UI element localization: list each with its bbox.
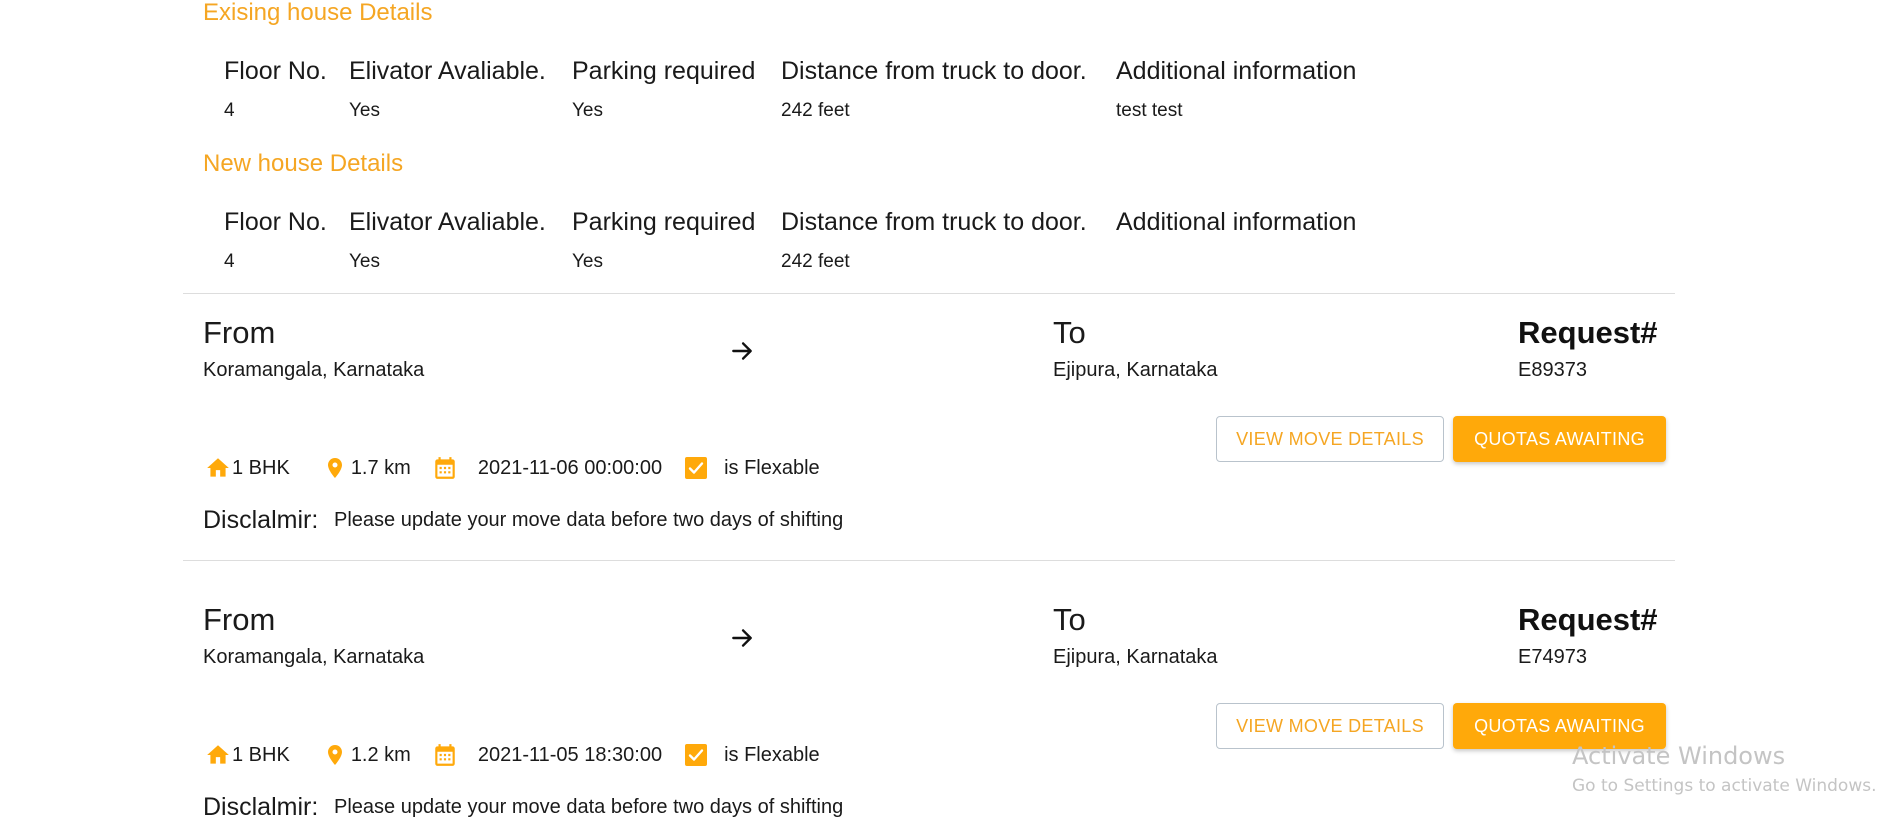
- distance-header: Distance from truck to door.: [781, 57, 1087, 85]
- to-label: To: [1053, 602, 1086, 637]
- floor-column: Floor No. 4: [224, 208, 349, 273]
- disclaimer-text: Please update your move data before two …: [334, 509, 844, 531]
- additional-info-header: Additional information: [1116, 208, 1357, 236]
- move-datetime: 2021-11-06 00:00:00: [477, 456, 663, 479]
- floor-header: Floor No.: [224, 208, 327, 236]
- distance-column: Distance from truck to door. 242 feet: [781, 57, 1116, 122]
- home-icon: [204, 741, 232, 769]
- request-id: E89373: [1518, 359, 1587, 381]
- disclaimer-label: Disclalmir:: [203, 793, 319, 821]
- quotas-awaiting-button[interactable]: QUOTAS AWAITING: [1453, 416, 1666, 462]
- parking-header: Parking required: [572, 208, 756, 236]
- elevator-column: Elivator Avaliable. Yes: [349, 57, 572, 122]
- distance-header: Distance from truck to door.: [781, 208, 1087, 236]
- move-meta: 1 BHK 1.7 km 2021-11-06 00:00:00 is Flex…: [204, 452, 820, 484]
- move-requests-page: Exising house Details Floor No. 4 Elivat…: [0, 0, 1896, 832]
- view-move-details-button[interactable]: VIEW MOVE DETAILS: [1216, 416, 1444, 462]
- divider: [183, 560, 1675, 561]
- to-label: To: [1053, 315, 1086, 350]
- location-pin-icon: [321, 741, 349, 769]
- distance-column: Distance from truck to door. 242 feet: [781, 208, 1116, 273]
- floor-value: 4: [224, 251, 235, 272]
- location-pin-icon: [321, 454, 349, 482]
- checkbox-checked-icon[interactable]: [682, 454, 710, 482]
- elevator-value: Yes: [349, 100, 380, 121]
- parking-column: Parking required Yes: [572, 57, 781, 122]
- additional-info-value: test test: [1116, 100, 1183, 121]
- floor-header: Floor No.: [224, 57, 327, 85]
- view-move-details-button[interactable]: VIEW MOVE DETAILS: [1216, 703, 1444, 749]
- parking-column: Parking required Yes: [572, 208, 781, 273]
- request-label: Request#: [1518, 602, 1658, 637]
- from-label: From: [203, 315, 276, 350]
- flexible-label: is Flexable: [724, 743, 820, 766]
- existing-house-title: Exising house Details: [203, 0, 433, 26]
- arrow-right-icon: [732, 342, 752, 360]
- flexible-label: is Flexable: [724, 456, 820, 479]
- elevator-header: Elivator Avaliable.: [349, 208, 546, 236]
- elevator-value: Yes: [349, 251, 380, 272]
- to-address: Ejipura, Karnataka: [1053, 646, 1218, 668]
- from-address: Koramangala, Karnataka: [203, 646, 425, 668]
- parking-value: Yes: [572, 100, 603, 121]
- additional-info-value: [1116, 251, 1356, 273]
- move-meta: 1 BHK 1.2 km 2021-11-05 18:30:00 is Flex…: [204, 739, 820, 771]
- existing-house-details: Floor No. 4 Elivator Avaliable. Yes Park…: [224, 57, 1356, 122]
- elevator-header: Elivator Avaliable.: [349, 57, 546, 85]
- calendar-icon: [431, 454, 459, 482]
- home-type: 1 BHK: [232, 456, 290, 479]
- parking-value: Yes: [572, 251, 603, 272]
- request-id: E74973: [1518, 646, 1587, 668]
- floor-value: 4: [224, 100, 235, 121]
- request-card: From Koramangala, Karnataka To Ejipura, …: [0, 597, 1896, 832]
- request-card: From Koramangala, Karnataka To Ejipura, …: [0, 310, 1896, 570]
- move-distance: 1.7 km: [350, 456, 411, 479]
- move-distance: 1.2 km: [350, 743, 411, 766]
- to-address: Ejipura, Karnataka: [1053, 359, 1218, 381]
- parking-header: Parking required: [572, 57, 756, 85]
- arrow-right-icon: [732, 629, 752, 647]
- disclaimer-text: Please update your move data before two …: [334, 796, 844, 818]
- activate-windows-title: Activate Windows: [1572, 742, 1786, 770]
- home-icon: [204, 454, 232, 482]
- new-house-details: Floor No. 4 Elivator Avaliable. Yes Park…: [224, 208, 1356, 273]
- elevator-column: Elivator Avaliable. Yes: [349, 208, 572, 273]
- calendar-icon: [431, 741, 459, 769]
- additional-info-header: Additional information: [1116, 57, 1357, 85]
- move-datetime: 2021-11-05 18:30:00: [477, 743, 663, 766]
- new-house-title: New house Details: [203, 150, 404, 177]
- request-label: Request#: [1518, 315, 1658, 350]
- divider: [183, 293, 1675, 294]
- home-type: 1 BHK: [232, 743, 290, 766]
- additional-info-column: Additional information: [1116, 208, 1356, 273]
- distance-value: 242 feet: [781, 251, 850, 272]
- checkbox-checked-icon[interactable]: [682, 741, 710, 769]
- from-label: From: [203, 602, 276, 637]
- distance-value: 242 feet: [781, 100, 850, 121]
- floor-column: Floor No. 4: [224, 57, 349, 122]
- disclaimer-label: Disclalmir:: [203, 506, 319, 534]
- activate-windows-subtitle: Go to Settings to activate Windows.: [1572, 776, 1877, 796]
- additional-info-column: Additional information test test: [1116, 57, 1356, 122]
- from-address: Koramangala, Karnataka: [203, 359, 425, 381]
